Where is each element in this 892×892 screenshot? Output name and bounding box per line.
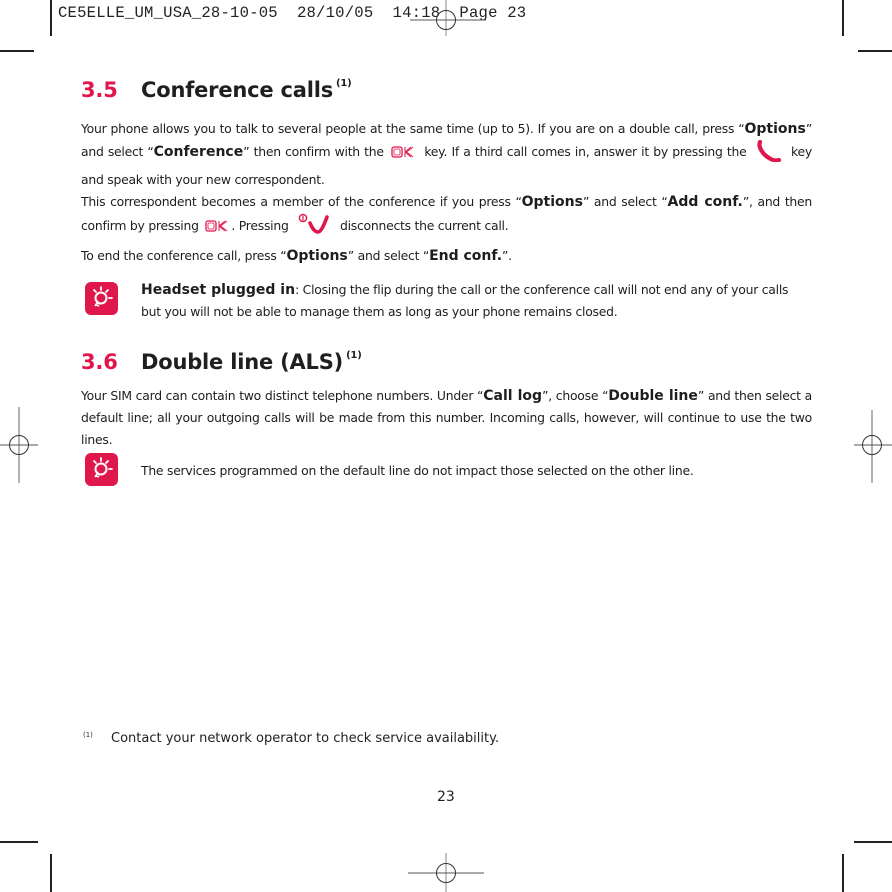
- crop-mark-bottom-right-h: [854, 841, 892, 843]
- end-call-key-icon: [298, 213, 330, 242]
- crop-mark-bottom-left-h: [0, 841, 38, 843]
- section-number: 3.5: [81, 78, 118, 102]
- menu-term-call-log: Call log: [483, 388, 543, 404]
- tip-headset-plugged-in: Headset plugged in: Closing the flip dur…: [141, 282, 789, 319]
- paragraph-double-line: Your SIM card can contain two distinct t…: [81, 388, 812, 447]
- crop-mark-top-right-h: [858, 50, 892, 52]
- menu-term-double-line: Double line: [608, 388, 698, 404]
- paragraph-end-conference: To end the conference call, press “Optio…: [81, 248, 512, 264]
- crop-mark-top-left-h: [0, 50, 34, 52]
- registration-mark-bottom: [408, 853, 484, 892]
- footnote-text: Contact your network operator to check s…: [111, 731, 500, 746]
- tip-title: Headset plugged in: [141, 282, 296, 298]
- registration-mark-top: [410, 0, 486, 36]
- lightbulb-tip-icon: [85, 453, 118, 486]
- menu-term-add-conf: Add conf.: [667, 194, 743, 210]
- paragraph-add-conference: This correspondent becomes a member of t…: [81, 191, 812, 242]
- crop-mark-bottom-left-v: [50, 854, 52, 892]
- footnote-ref: (1): [336, 78, 352, 89]
- section-heading-3-6: 3.6 Double line (ALS) (1): [81, 350, 362, 374]
- footnote-ref: (1): [346, 350, 362, 361]
- tip-default-line-services: The services programmed on the default l…: [141, 463, 694, 478]
- crop-mark-top-right-v: [842, 0, 844, 36]
- paragraph-conference-intro: Your phone allows you to talk to several…: [81, 121, 812, 187]
- menu-term-options: Options: [521, 194, 583, 210]
- registration-mark-left: [0, 407, 38, 483]
- footnote-mark: (1): [83, 731, 93, 739]
- menu-term-end-conf: End conf.: [429, 248, 503, 264]
- section-heading-3-5: 3.5 Conference calls (1): [81, 78, 352, 102]
- crop-mark-top-left-v: [50, 0, 52, 36]
- section-title: Conference calls: [141, 78, 334, 102]
- section-number: 3.6: [81, 350, 118, 374]
- page-number: 23: [437, 789, 455, 805]
- ok-key-icon: [391, 143, 417, 165]
- menu-term-options: Options: [286, 248, 348, 264]
- registration-mark-right: [854, 410, 892, 483]
- menu-term-options: Options: [744, 121, 806, 137]
- lightbulb-tip-icon: [85, 282, 118, 315]
- section-title: Double line (ALS): [141, 350, 344, 374]
- menu-term-conference: Conference: [153, 144, 244, 160]
- crop-mark-bottom-right-v: [842, 854, 844, 892]
- ok-key-icon: [205, 217, 231, 239]
- call-key-icon: [757, 139, 781, 169]
